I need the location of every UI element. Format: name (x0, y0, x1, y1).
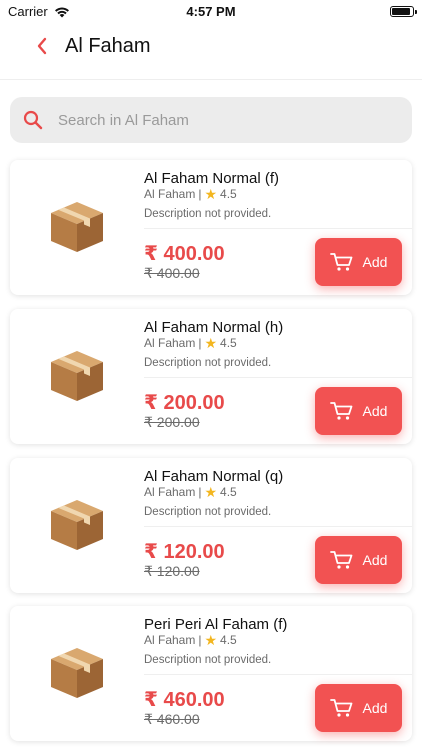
vendor-name: Al Faham (144, 485, 196, 499)
meta-separator: | (198, 485, 202, 499)
rating-value: 4.5 (220, 187, 237, 201)
divider (144, 674, 412, 675)
product-price: ₹ 460.00 (144, 689, 225, 711)
page-title: Al Faham (65, 35, 151, 57)
product-price: ₹ 120.00 (144, 541, 225, 563)
search-icon (22, 109, 44, 131)
add-to-cart-button[interactable]: Add (315, 238, 402, 286)
divider (144, 526, 412, 527)
vendor-name: Al Faham (144, 633, 196, 647)
product-name: Al Faham Normal (q) (144, 468, 284, 485)
rating-value: 4.5 (220, 633, 237, 647)
search-bar[interactable] (10, 97, 412, 143)
cart-icon (329, 699, 352, 717)
rating-value: 4.5 (220, 336, 237, 350)
status-bar: Carrier 4:57 PM (0, 0, 422, 24)
product-old-price: ₹ 400.00 (144, 265, 200, 281)
app-header: Al Faham (0, 24, 422, 80)
add-button-label: Add (362, 700, 388, 716)
product-card[interactable]: Peri Peri Al Faham (f) Al Faham | ★ 4.5 … (10, 606, 412, 741)
add-button-label: Add (362, 403, 388, 419)
vendor-name: Al Faham (144, 187, 196, 201)
product-meta: Al Faham | ★ 4.5 (144, 633, 237, 647)
product-meta: Al Faham | ★ 4.5 (144, 485, 237, 499)
product-price: ₹ 400.00 (144, 243, 225, 265)
star-icon: ★ (204, 484, 218, 500)
product-description: Description not provided. (144, 654, 272, 666)
divider (144, 228, 412, 229)
product-price: ₹ 200.00 (144, 392, 225, 414)
meta-separator: | (198, 187, 202, 201)
vendor-name: Al Faham (144, 336, 196, 350)
cart-icon (329, 402, 352, 420)
product-card[interactable]: Al Faham Normal (q) Al Faham | ★ 4.5 Des… (10, 458, 412, 593)
cart-icon (329, 253, 352, 271)
product-old-price: ₹ 200.00 (144, 414, 200, 430)
add-button-label: Add (362, 254, 388, 270)
add-to-cart-button[interactable]: Add (315, 387, 402, 435)
box-icon (48, 498, 106, 552)
product-description: Description not provided. (144, 357, 272, 369)
battery-icon (390, 6, 417, 17)
box-icon (48, 349, 106, 403)
add-to-cart-button[interactable]: Add (315, 684, 402, 732)
cart-icon (329, 551, 352, 569)
product-description: Description not provided. (144, 208, 272, 220)
box-icon (48, 646, 106, 700)
meta-separator: | (198, 633, 202, 647)
product-name: Al Faham Normal (h) (144, 319, 284, 336)
star-icon: ★ (204, 186, 218, 202)
add-button-label: Add (362, 552, 388, 568)
product-name: Al Faham Normal (f) (144, 170, 280, 187)
product-old-price: ₹ 120.00 (144, 563, 200, 579)
add-to-cart-button[interactable]: Add (315, 536, 402, 584)
box-icon (48, 200, 106, 254)
product-meta: Al Faham | ★ 4.5 (144, 187, 237, 201)
search-input[interactable] (58, 111, 388, 129)
product-description: Description not provided. (144, 506, 272, 518)
divider (144, 377, 412, 378)
status-time: 4:57 PM (186, 4, 236, 19)
product-card[interactable]: Al Faham Normal (h) Al Faham | ★ 4.5 Des… (10, 309, 412, 444)
product-name: Peri Peri Al Faham (f) (144, 616, 288, 633)
product-old-price: ₹ 460.00 (144, 711, 200, 727)
product-card[interactable]: Al Faham Normal (f) Al Faham | ★ 4.5 Des… (10, 160, 412, 295)
meta-separator: | (198, 336, 202, 350)
star-icon: ★ (204, 632, 218, 648)
product-meta: Al Faham | ★ 4.5 (144, 336, 237, 350)
chevron-left-icon (37, 37, 47, 55)
star-icon: ★ (204, 335, 218, 351)
rating-value: 4.5 (220, 485, 237, 499)
back-button[interactable] (30, 34, 54, 58)
